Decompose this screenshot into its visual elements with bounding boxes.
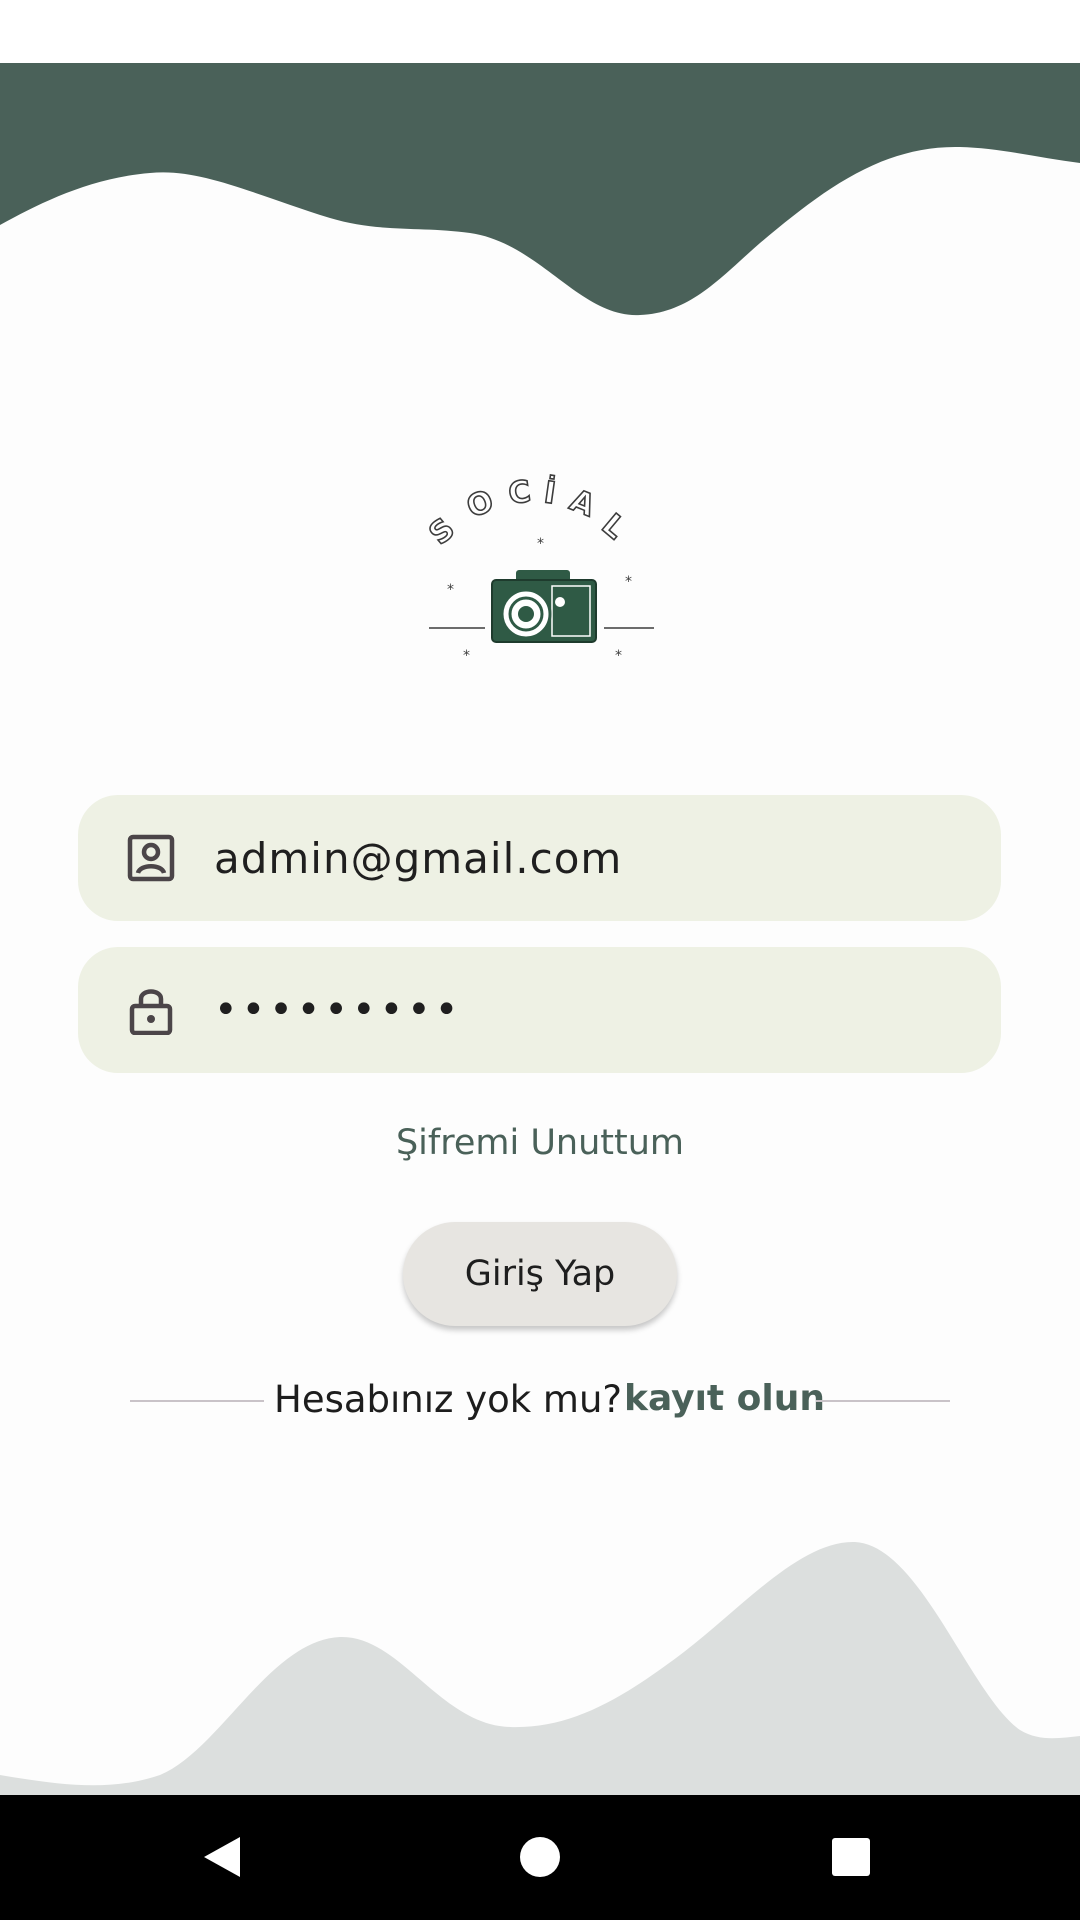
social-camera-logo: S O C İ A L * * * * * [422,473,654,664]
no-account-text: Hesabınız yok mu? [274,1378,623,1421]
navigation-bar [0,1795,1080,1920]
email-field[interactable] [78,795,1001,921]
bottom-wave-decoration [0,1541,1080,1795]
svg-text:*: * [615,648,622,664]
status-bar [0,0,1080,63]
recents-square-icon[interactable] [806,1815,896,1899]
divider-right [816,1400,950,1402]
email-input[interactable] [214,795,954,921]
svg-text:A: A [565,483,600,524]
svg-text:S: S [423,511,462,552]
divider-left [130,1400,264,1402]
svg-text:L: L [595,507,632,546]
svg-text:O: O [462,483,499,525]
signup-link[interactable]: kayıt olun [624,1378,825,1419]
back-triangle-icon[interactable] [180,1815,270,1899]
svg-text:*: * [537,536,544,552]
login-button[interactable]: Giriş Yap [403,1222,677,1326]
svg-text:*: * [625,574,632,590]
top-wave-decoration [0,63,1080,316]
password-field[interactable] [78,947,1001,1073]
svg-text:C: C [506,474,533,512]
account-box-icon [127,834,175,882]
home-circle-icon[interactable] [495,1815,585,1899]
forgot-password-link[interactable]: Şifremi Unuttum [0,1123,1080,1163]
svg-text:*: * [447,582,454,598]
password-input[interactable] [214,947,954,1073]
lock-icon [129,989,173,1035]
svg-text:*: * [463,648,470,664]
svg-text:İ: İ [542,474,558,511]
login-screen: S O C İ A L * * * * * admin@gmail.com ••… [0,0,1080,1920]
